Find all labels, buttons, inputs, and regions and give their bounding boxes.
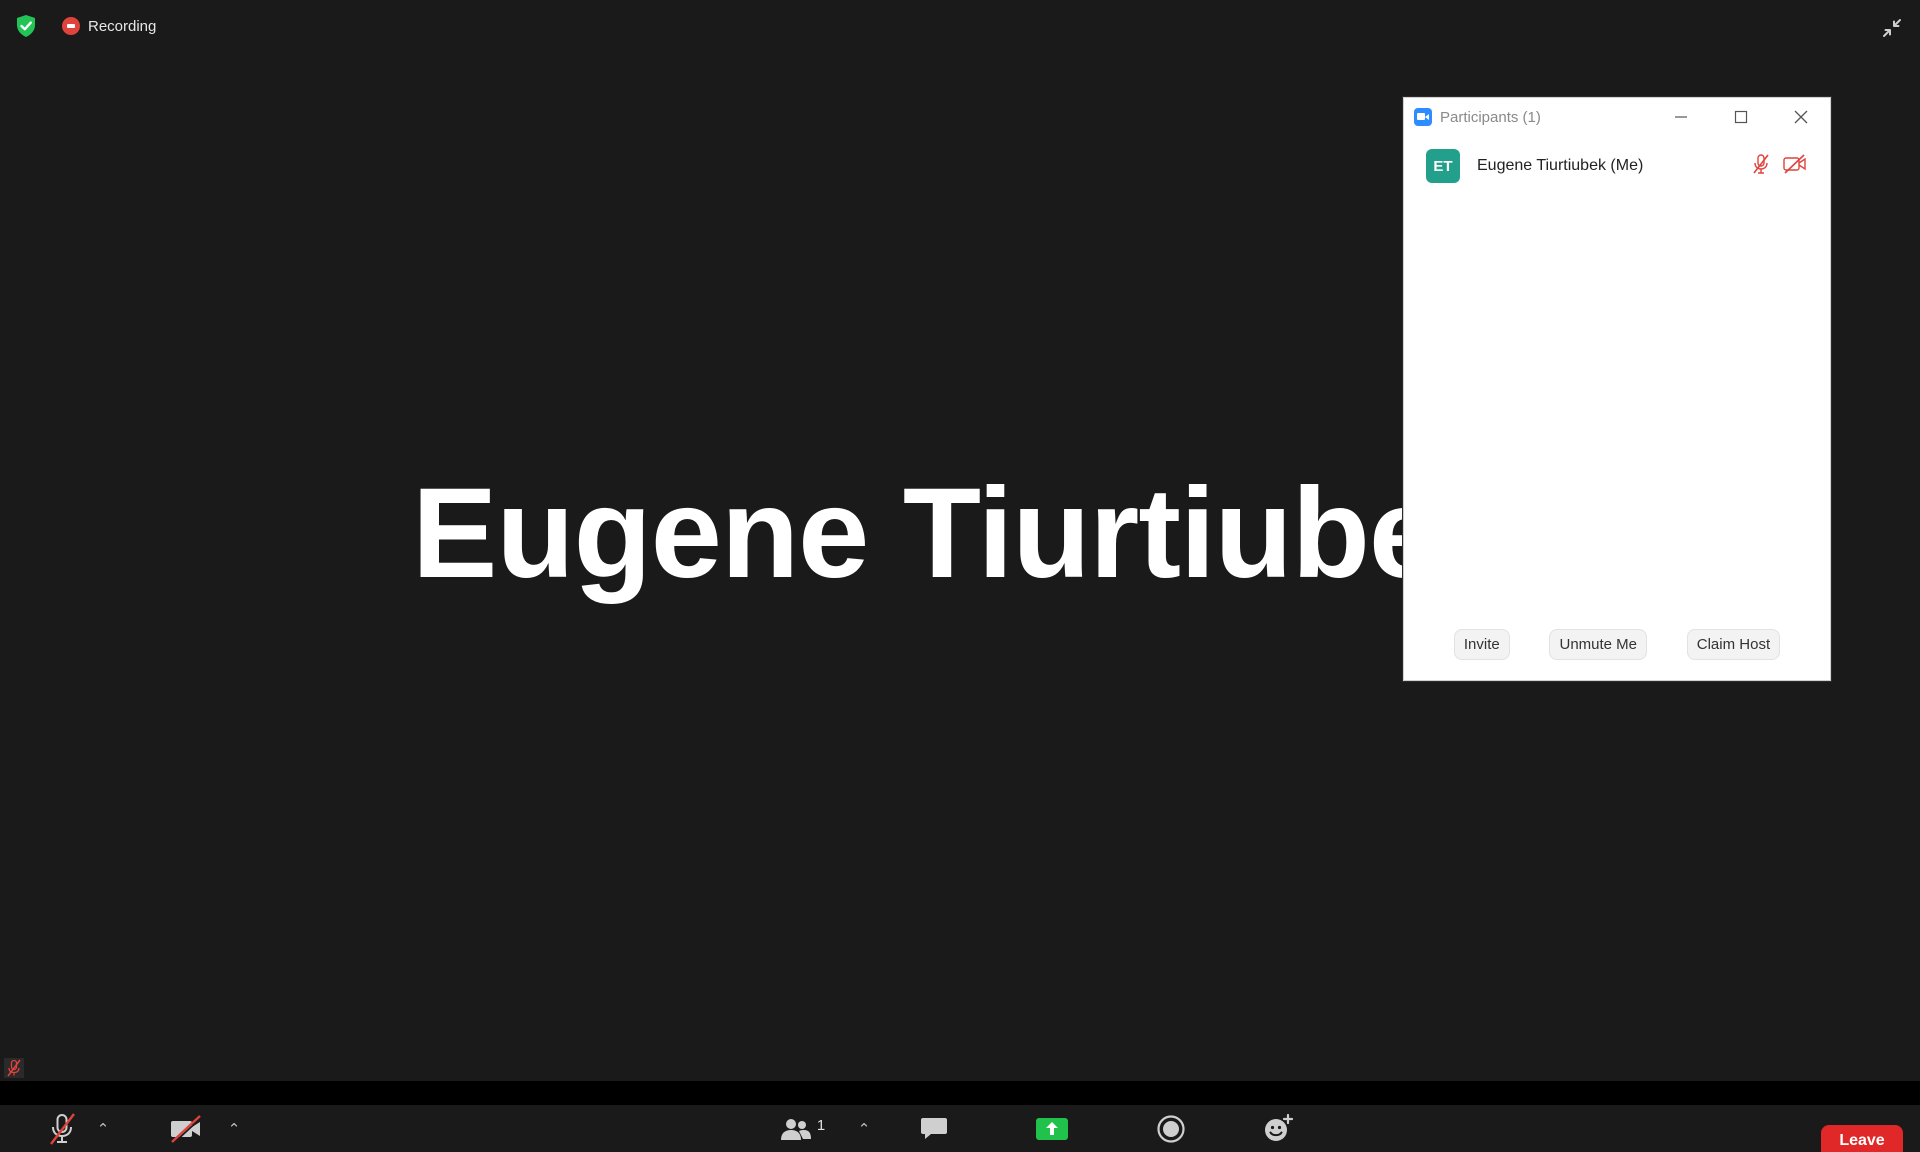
participants-actions: Invite Unmute Me Claim Host [1404,629,1830,660]
participants-title: Participants (1) [1440,108,1541,126]
reactions-button[interactable] [1261,1105,1295,1152]
participant-name: Eugene Tiurtiubek (Me) [1477,157,1644,174]
video-off-icon [171,1114,203,1143]
participants-window: Participants (1) ET Eugene Tiurtiubek (M… [1403,97,1831,681]
video-options-chevron-up-icon[interactable]: ⌃ [226,1105,242,1152]
mic-muted-icon [1750,152,1772,181]
avatar: ET [1426,149,1460,183]
participants-icon [780,1118,811,1140]
recording-label: Recording [88,17,157,35]
recording-indicator[interactable]: Recording [62,17,156,35]
record-button[interactable] [1154,1105,1188,1152]
invite-button[interactable]: Invite [1453,629,1510,660]
recording-icon [62,17,80,35]
exit-fullscreen-icon[interactable] [1880,16,1904,40]
self-muted-badge-icon [4,1058,24,1078]
meeting-toolbar: ⌃ ⌃ 1 ⌃ Leave [0,1105,1920,1152]
participant-status-icons [1750,152,1808,181]
start-video-button[interactable] [166,1105,206,1152]
chat-bubble-icon [921,1117,947,1139]
mic-muted-icon [50,1112,75,1145]
participants-titlebar[interactable]: Participants (1) [1404,98,1830,136]
window-controls [1658,102,1824,132]
meeting-window: Recording Eugene Tiurtiube Participants … [0,0,1920,1152]
close-icon[interactable] [1778,102,1824,132]
top-status-bar: Recording [12,12,156,40]
participant-count: 1 [816,1117,826,1134]
share-screen-icon [1036,1117,1068,1140]
share-screen-button[interactable] [1033,1105,1071,1152]
maximize-icon[interactable] [1718,102,1764,132]
toolbar-separator [0,1081,1920,1105]
participant-list: ET Eugene Tiurtiubek (Me) [1404,136,1830,196]
leave-button[interactable]: Leave [1821,1125,1903,1152]
record-icon [1157,1114,1185,1143]
participant-row[interactable]: ET Eugene Tiurtiubek (Me) [1426,146,1808,186]
claim-host-button[interactable]: Claim Host [1686,629,1781,660]
minimize-icon[interactable] [1658,102,1704,132]
unmute-me-button[interactable]: Unmute Me [1549,629,1648,660]
video-off-icon [1782,153,1808,180]
security-shield-icon[interactable] [12,12,40,40]
participants-button[interactable]: 1 [774,1105,830,1152]
zoom-logo-icon [1414,108,1432,126]
video-participant-name: Eugene Tiurtiube [412,462,1440,605]
unmute-button[interactable] [44,1105,80,1152]
add-reaction-icon [1265,1113,1294,1141]
audio-options-chevron-up-icon[interactable]: ⌃ [95,1105,111,1152]
participants-options-chevron-up-icon[interactable]: ⌃ [856,1105,872,1152]
chat-button[interactable] [917,1105,951,1152]
